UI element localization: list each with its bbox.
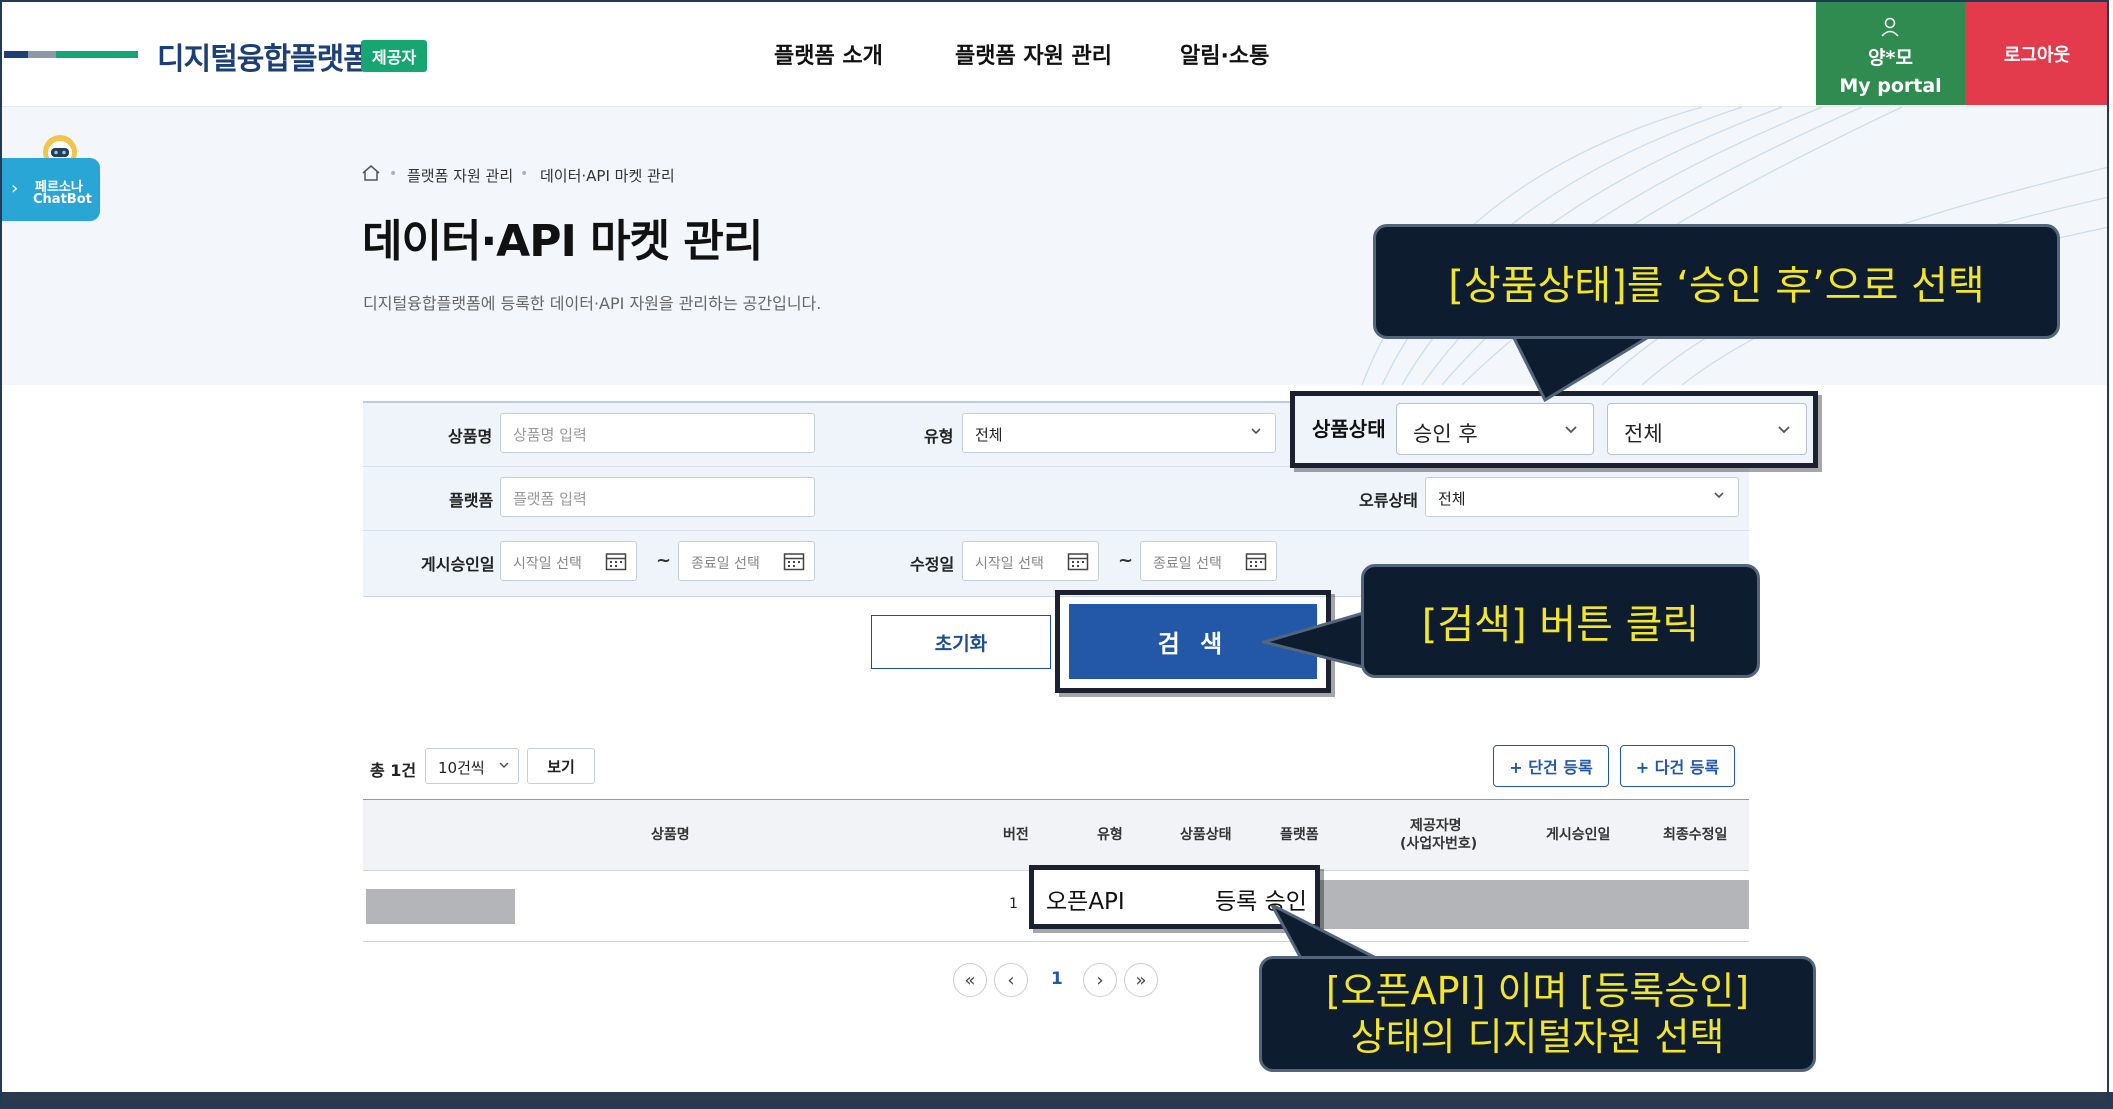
approval-start-date[interactable]: 시작일 선택	[500, 541, 637, 581]
end-date-placeholder: 종료일 선택	[691, 556, 760, 572]
site-logo[interactable]: 디지털융합플랫폼	[157, 34, 371, 78]
total-count: 총 1건	[370, 761, 417, 780]
platform-label: 플랫폼	[449, 491, 494, 510]
next-page-button[interactable]: ›	[1083, 963, 1117, 997]
page-size-value: 10건씩	[438, 759, 485, 777]
callout-status: [상품상태]를 ‘승인 후’으로 선택	[1373, 224, 2060, 339]
page-number[interactable]: 1	[1051, 969, 1063, 989]
col-version: 버전	[1003, 827, 1029, 843]
chevron-down-icon	[1714, 492, 1724, 499]
home-icon[interactable]	[361, 164, 381, 182]
view-button[interactable]: 보기	[527, 748, 595, 784]
redacted-product-name[interactable]	[366, 889, 515, 924]
product-status-label: 상품상태	[1312, 417, 1386, 441]
product-name-input[interactable]: 상품명 입력	[500, 413, 815, 453]
callout-search: [검색] 버튼 클릭	[1361, 564, 1760, 678]
my-portal-button[interactable]: 양*모 My portal	[1816, 2, 1965, 105]
chevron-down-icon	[499, 762, 509, 769]
callout-row-line1: [오픈API] 이며 [등록승인]	[1325, 969, 1750, 1013]
error-status-label: 오류상태	[1359, 491, 1418, 510]
prev-page-button[interactable]: ‹	[994, 963, 1028, 997]
register-multi-button[interactable]: + 다건 등록	[1620, 745, 1735, 787]
col-business-number: (사업자번호)	[1400, 836, 1478, 852]
col-status: 상품상태	[1180, 827, 1232, 843]
chevron-down-icon	[1251, 428, 1261, 435]
col-platform: 플랫폼	[1280, 827, 1319, 843]
row-divider	[363, 530, 1749, 531]
logout-button[interactable]: 로그아웃	[1965, 2, 2109, 105]
col-provider: 제공자명	[1410, 818, 1462, 834]
chevron-down-icon	[1778, 426, 1790, 434]
row-type: 오픈API	[1046, 889, 1125, 915]
error-status-select[interactable]: 전체	[1425, 477, 1739, 517]
callout-row-line2: 상태의 디지털자원 선택	[1350, 1015, 1725, 1059]
date-range-separator: ~	[1118, 550, 1134, 571]
reset-button[interactable]: 초기화	[871, 615, 1051, 669]
callout-row: [오픈API] 이며 [등록승인] 상태의 디지털자원 선택	[1259, 956, 1816, 1072]
calendar-icon	[605, 553, 627, 571]
row-divider	[363, 941, 1749, 942]
footer-bar	[0, 1092, 2113, 1109]
product-status-sub-value: 전체	[1624, 422, 1663, 446]
last-page-button[interactable]: »	[1124, 963, 1158, 997]
product-name-label: 상품명	[448, 427, 493, 446]
user-name: 양*모	[1868, 47, 1913, 69]
calendar-icon	[1245, 553, 1267, 571]
modified-end-date[interactable]: 종료일 선택	[1140, 541, 1277, 581]
product-status-value: 승인 후	[1413, 422, 1478, 446]
error-status-value: 전체	[1438, 490, 1466, 508]
chatbot-button[interactable]: › 페르소나 ChatBot	[2, 158, 100, 221]
product-status-sub-select[interactable]: 전체	[1607, 403, 1807, 455]
my-portal-label: My portal	[1839, 75, 1942, 97]
breadcrumb-resource-management[interactable]: 플랫폼 자원 관리	[407, 165, 513, 186]
callout-pointer	[1262, 610, 1369, 670]
top-header: 디지털융합플랫폼 제공자 플랫폼 소개 플랫폼 자원 관리 알림·소통 양*모 …	[0, 0, 2113, 107]
col-modified-date: 최종수정일	[1663, 827, 1728, 843]
modified-start-date[interactable]: 시작일 선택	[962, 541, 1099, 581]
col-type: 유형	[1097, 827, 1123, 843]
nav-notice[interactable]: 알림·소통	[1180, 38, 1269, 70]
start-date-placeholder: 시작일 선택	[975, 556, 1044, 572]
approval-end-date[interactable]: 종료일 선택	[678, 541, 815, 581]
end-date-placeholder: 종료일 선택	[1153, 556, 1222, 572]
row-version: 1	[1009, 896, 1018, 912]
type-label: 유형	[924, 427, 954, 446]
page-description: 디지털융합플랫폼에 등록한 데이터·API 자원을 관리하는 공간입니다.	[363, 294, 822, 313]
chatbot-sub-label: ChatBot	[33, 192, 92, 207]
modified-date-label: 수정일	[910, 555, 955, 574]
table-header	[363, 799, 1749, 871]
role-badge: 제공자	[361, 40, 428, 72]
nav-resource-management[interactable]: 플랫폼 자원 관리	[955, 38, 1112, 70]
chevron-down-icon	[1565, 426, 1577, 434]
user-icon	[1881, 17, 1899, 37]
approval-date-label: 게시승인일	[421, 555, 495, 574]
page-title: 데이터·API 마켓 관리	[362, 216, 763, 267]
type-select[interactable]: 전체	[962, 413, 1276, 453]
breadcrumb-current: 데이터·API 마켓 관리	[540, 167, 675, 185]
calendar-icon	[783, 553, 805, 571]
calendar-icon	[1067, 553, 1089, 571]
breadcrumb-separator: •	[520, 166, 529, 182]
type-select-value: 전체	[975, 426, 1003, 444]
first-page-button[interactable]: «	[953, 963, 987, 997]
breadcrumb-separator: •	[389, 166, 398, 182]
col-approval-date: 게시승인일	[1546, 827, 1611, 843]
nav-platform-intro[interactable]: 플랫폼 소개	[774, 38, 883, 70]
callout-pointer	[1508, 330, 1663, 403]
product-status-select[interactable]: 승인 후	[1396, 403, 1594, 455]
logo-mark	[4, 51, 138, 58]
start-date-placeholder: 시작일 선택	[513, 556, 582, 572]
page-size-select[interactable]: 10건씩	[425, 748, 519, 784]
platform-input[interactable]: 플랫폼 입력	[500, 477, 815, 517]
col-product-name: 상품명	[651, 827, 690, 843]
register-single-button[interactable]: + 단건 등록	[1493, 745, 1609, 787]
chevron-right-icon: ›	[11, 178, 19, 199]
date-range-separator: ~	[656, 550, 672, 571]
